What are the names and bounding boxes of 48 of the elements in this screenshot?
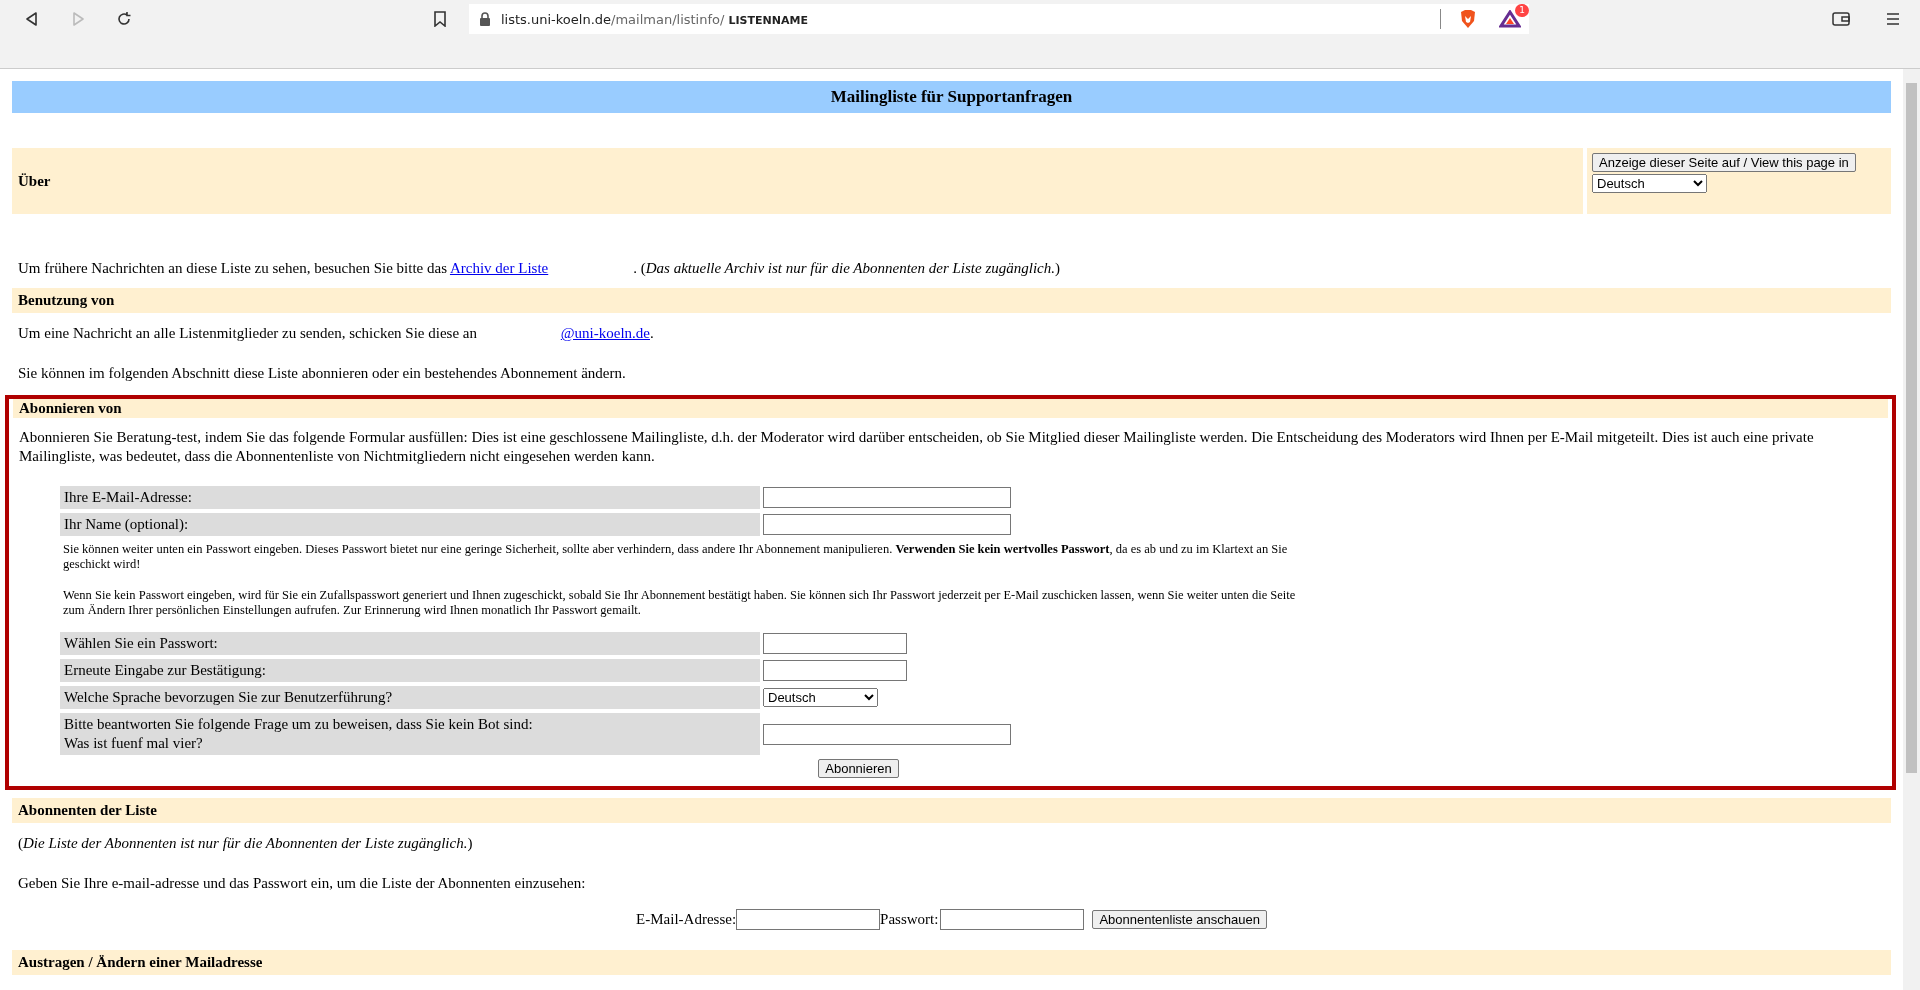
note-text: Wenn Sie kein Passwort eingeben, wird für Sie ein Zufallspasswort generiert und Ihnen zugeschickt, sobald Sie Ihr Abonnement bestätigt haben. Sie können sich Ihr Passwort jederzeit per E-Mail zuschicken lassen, wenn Sie weiter unten die Seite zum Ändern Ihrer persönlichen Einstellungen aufrufen. Zur Erinnerung wird Ihnen monatlich Ihr Passwort gemailt. <box>62 587 1297 619</box>
show-members-button[interactable]: Abonnentenliste anschauen <box>1092 910 1267 929</box>
section-heading: Abonnenten der Liste <box>18 802 157 818</box>
lock-icon <box>479 12 491 26</box>
email-field[interactable] <box>736 909 881 930</box>
url-text: lists.uni-koeln.de/mailman/listinfo/ LISTENNAME <box>501 11 809 27</box>
email-link[interactable]: @uni-koeln.de <box>560 325 650 341</box>
subscribe-button[interactable]: Abonnieren <box>818 759 899 778</box>
lion-shield-icon[interactable] <box>1459 9 1477 29</box>
reload-icon[interactable] <box>116 11 132 27</box>
password-field[interactable] <box>763 633 907 654</box>
triangle-icon[interactable] <box>1499 10 1521 28</box>
back-icon[interactable] <box>24 11 40 27</box>
password-field[interactable] <box>940 909 1085 930</box>
field-label: Bitte beantworten Sie folgende Frage um zu beweisen, dass Sie kein Bot sind: Was ist fuenf mal vier? <box>60 713 760 755</box>
field-label: Erneute Eingabe zur Bestätigung: <box>60 659 760 682</box>
field-label: Ihre E-Mail-Adresse: <box>60 486 760 509</box>
section-heading: Über <box>18 172 51 190</box>
archive-link[interactable]: Archiv der Liste <box>449 260 634 276</box>
info-text: Sie können im folgenden Abschnitt diese Liste abonnieren oder ein bestehendes Abonnement ändern. <box>17 364 627 383</box>
page-title: Mailingliste für Supportanfragen <box>830 87 1073 107</box>
section-heading: Austragen / Ändern einer Mailadresse <box>18 954 263 970</box>
email-label: E-Mail-Adresse: <box>636 911 737 928</box>
section-heading: Abonnieren von <box>19 400 122 416</box>
note-text: Sie können weiter unten ein Passwort eingeben. Dieses Passwort bietet nur eine geringe Sicherheit, sollte aber verhindern, dass andere Ihr Abonnement manipulieren. Verwenden Sie kein wertvolles Passwort, da es ab und zu im Klartext an Sie geschickt wird! <box>62 541 1289 573</box>
input-field[interactable] <box>763 723 1011 745</box>
menu-icon[interactable] <box>1886 12 1900 26</box>
bookmark-icon[interactable] <box>433 11 447 27</box>
members-prompt: Geben Sie Ihre e-mail-adresse und das Passwort ein, um die Liste der Abonnenten einzusehen: <box>17 874 587 893</box>
language-select[interactable]: Deutsch <box>763 688 878 707</box>
field-label: Wählen Sie ein Passwort: <box>60 632 760 655</box>
language-button[interactable]: Anzeige dieser Seite auf / View this page in <box>1592 153 1856 172</box>
address-bar[interactable]: lists.uni-koeln.de/mailman/listinfo/ LISTENNAME 1 <box>469 4 1529 34</box>
members-note: (Die Liste der Abonnenten ist nur für die Abonnenten der Liste zugänglich.) <box>17 834 474 853</box>
field-label: Welche Sprache bevorzugen Sie zur Benutzerführung? <box>60 686 760 709</box>
wallet-icon[interactable] <box>1832 11 1850 27</box>
password-field[interactable] <box>763 660 907 681</box>
notification-badge: 1 <box>1515 4 1529 17</box>
section-heading: Benutzung von <box>18 292 115 308</box>
usage-text: Um eine Nachricht an alle Listenmitglieder zu senden, schicken Sie diese an @uni-koeln.de. <box>17 324 655 343</box>
input-field[interactable] <box>763 487 1011 508</box>
scrollbar[interactable] <box>1903 69 1920 990</box>
archive-text: Um frühere Nachrichten an diese Liste zu sehen, besuchen Sie bitte das Archiv der Liste . (Das aktuelle Archiv ist nur für die Abonnenten der Liste zugänglich.) <box>17 259 1061 278</box>
field-label: Ihr Name (optional): <box>60 513 760 536</box>
intro-text: Abonnieren Sie Beratung-test, indem Sie das folgende Formular ausfüllen: Dies ist eine geschlossene Mailingliste, d.h. der Moderator wird darüber entscheiden, ob Sie Mitglied dieser Mailingliste werden. Die Entscheidung des Moderators wird Ihnen per E-Mail mitgeteilt. Dies ist auch eine private Mailingliste, was bedeutet, dass die Abonnentenliste von Nichtmitgliedern nicht eingesehen werden kann. <box>18 428 1815 466</box>
password-label: Passwort: <box>880 911 939 928</box>
input-field[interactable] <box>763 514 1011 535</box>
language-select[interactable]: Deutsch <box>1592 174 1707 193</box>
